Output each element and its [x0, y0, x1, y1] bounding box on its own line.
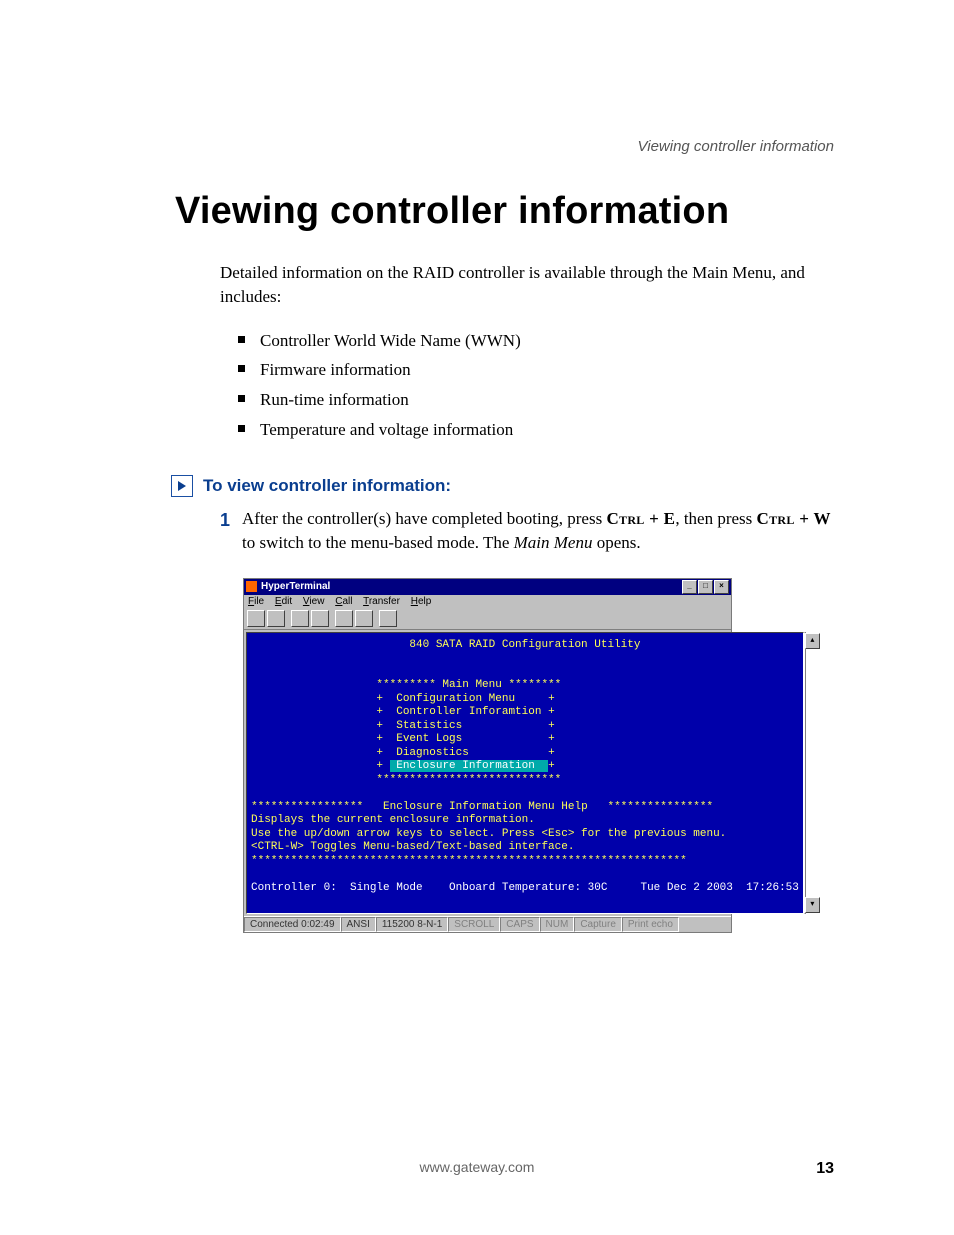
hyperterminal-window: HyperTerminal _ □ × File Edit View Call …	[243, 578, 732, 933]
terminal-banner: 840 SATA RAID Configuration Utility	[251, 639, 799, 653]
key: Ctrl + W	[757, 509, 831, 528]
help-footer: ****************************************…	[251, 855, 687, 867]
menu-item[interactable]: + Configuration Menu +	[251, 693, 555, 705]
help-line: <CTRL-W> Toggles Menu-based/Text-based i…	[251, 841, 574, 853]
status-baud: 115200 8-N-1	[376, 917, 448, 932]
status-connected: Connected 0:02:49	[244, 917, 341, 932]
toolbar-button[interactable]	[379, 610, 397, 627]
emph: Main Menu	[514, 533, 593, 552]
menu-border: ********* Main Menu ********	[251, 679, 561, 691]
bullet-list: Controller World Wide Name (WWN) Firmwar…	[220, 326, 834, 445]
menu-help[interactable]: Help	[411, 596, 432, 607]
status-flag: SCROLL	[448, 917, 500, 932]
help-line: Use the up/down arrow keys to select. Pr…	[251, 828, 726, 840]
status-flag: CAPS	[500, 917, 539, 932]
terminal[interactable]: 840 SATA RAID Configuration Utility ****…	[246, 632, 804, 914]
procedure-heading: To view controller information:	[203, 476, 451, 496]
menu-item[interactable]: + Event Logs +	[251, 733, 555, 745]
menu-item[interactable]: + Statistics +	[251, 720, 555, 732]
menu-edit[interactable]: Edit	[275, 596, 292, 607]
toolbar-button[interactable]	[311, 610, 329, 627]
t	[251, 787, 687, 799]
list-item: Run-time information	[220, 385, 834, 415]
step-text: After the controller(s) have completed b…	[242, 507, 834, 556]
toolbar-button[interactable]	[335, 610, 353, 627]
list-item: Temperature and voltage information	[220, 415, 834, 445]
list-item: Firmware information	[220, 355, 834, 385]
toolbar-button[interactable]	[355, 610, 373, 627]
step-1: 1 After the controller(s) have completed…	[220, 507, 834, 556]
list-item: Controller World Wide Name (WWN)	[220, 326, 834, 356]
key: Ctrl + E	[606, 509, 675, 528]
scrollbar[interactable]: ▴ ▾	[804, 632, 806, 914]
maximize-button[interactable]: □	[698, 580, 713, 594]
menu-call[interactable]: Call	[335, 596, 352, 607]
help-header: ***************** Enclosure Information …	[251, 801, 713, 813]
t	[251, 666, 687, 678]
menu-view[interactable]: View	[303, 596, 325, 607]
terminal-area: 840 SATA RAID Configuration Utility ****…	[244, 630, 731, 916]
status-flag: Capture	[574, 917, 622, 932]
page-title: Viewing controller information	[175, 190, 834, 233]
status-line: Controller 0: Single Mode Onboard Temper…	[251, 882, 799, 894]
running-header: Viewing controller information	[638, 138, 835, 155]
page: Viewing controller information Viewing c…	[0, 0, 954, 1235]
footer-url: www.gateway.com	[0, 1159, 954, 1175]
menu-item[interactable]: + Controller Inforamtion +	[251, 706, 555, 718]
toolbar-button[interactable]	[247, 610, 265, 627]
menubar[interactable]: File Edit View Call Transfer Help	[244, 595, 731, 608]
minimize-button[interactable]: _	[682, 580, 697, 594]
app-icon	[246, 581, 257, 592]
step-number: 1	[220, 507, 242, 556]
toolbar-button[interactable]	[291, 610, 309, 627]
menu-item[interactable]: + Diagnostics +	[251, 747, 555, 759]
t: , then press	[675, 509, 756, 528]
toolbar	[244, 608, 731, 630]
scroll-down-button[interactable]: ▾	[805, 897, 820, 913]
menu-item-selected[interactable]: + Enclosure Information +	[251, 760, 555, 772]
status-flag: Print echo	[622, 917, 679, 932]
t: to switch to the menu-based mode. The	[242, 533, 514, 552]
titlebar[interactable]: HyperTerminal _ □ ×	[244, 579, 731, 595]
t	[251, 868, 687, 880]
menu-transfer[interactable]: Transfer	[363, 596, 400, 607]
t: After the controller(s) have completed b…	[242, 509, 606, 528]
window-title: HyperTerminal	[261, 581, 330, 592]
status-flag: NUM	[540, 917, 575, 932]
page-number: 13	[816, 1160, 834, 1178]
status-emulation: ANSI	[341, 917, 376, 932]
play-icon	[171, 475, 193, 497]
toolbar-button[interactable]	[267, 610, 285, 627]
intro-paragraph: Detailed information on the RAID control…	[220, 261, 834, 309]
menu-border: ****************************	[251, 774, 561, 786]
help-line: Displays the current enclosure informati…	[251, 814, 535, 826]
scroll-up-button[interactable]: ▴	[805, 633, 820, 649]
close-button[interactable]: ×	[714, 580, 729, 594]
t: opens.	[592, 533, 640, 552]
statusbar: Connected 0:02:49 ANSI 115200 8-N-1 SCRO…	[244, 916, 731, 932]
procedure-heading-row: To view controller information:	[171, 475, 834, 497]
menu-file[interactable]: File	[248, 596, 264, 607]
